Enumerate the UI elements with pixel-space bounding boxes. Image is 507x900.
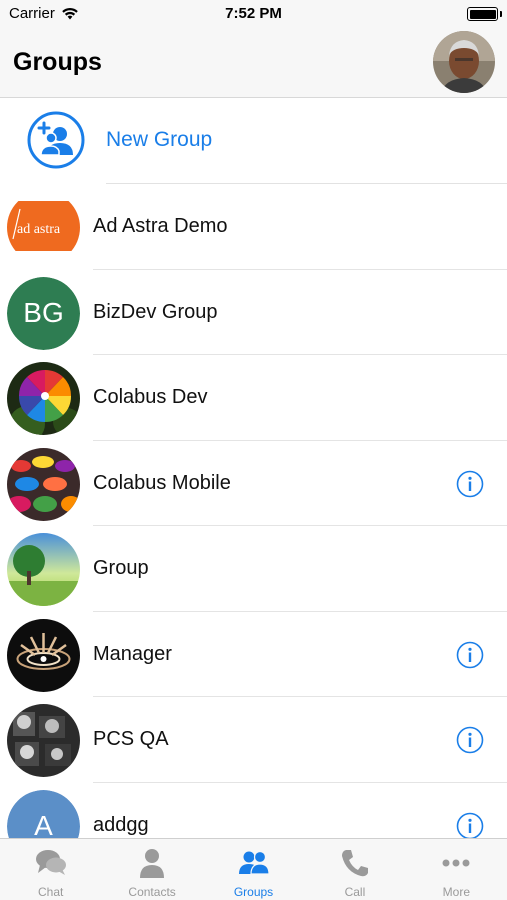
tab-call[interactable]: Call [304, 839, 405, 900]
tab-contacts[interactable]: Contacts [101, 839, 202, 900]
group-avatar: A [7, 789, 80, 838]
group-avatar: ad astra [7, 191, 80, 264]
groups-icon [238, 850, 270, 875]
group-row-colabus-dev[interactable]: Colabus Dev [0, 355, 507, 441]
group-name: addgg [93, 813, 149, 836]
info-icon[interactable] [456, 726, 484, 754]
group-name: Manager [93, 642, 172, 665]
group-initials: A [7, 789, 80, 838]
contacts-icon [140, 849, 165, 878]
group-row-pcs-qa[interactable]: PCS QA [0, 697, 507, 783]
group-avatar [7, 618, 80, 692]
group-avatar: BG [7, 276, 80, 350]
group-row-bizdev-group[interactable]: BG BizDev Group [0, 270, 507, 355]
profile-avatar[interactable] [433, 31, 495, 93]
group-initials: BG [7, 276, 80, 350]
call-icon [341, 850, 368, 877]
group-name: BizDev Group [93, 300, 218, 323]
tab-more[interactable]: More [406, 839, 507, 900]
info-icon[interactable] [456, 812, 484, 839]
tab-chat[interactable]: Chat [0, 839, 101, 900]
group-avatar [7, 447, 80, 521]
status-time: 7:52 PM [225, 5, 282, 22]
info-icon[interactable] [456, 641, 484, 669]
tab-label: Contacts [128, 885, 176, 899]
group-avatar [7, 704, 80, 777]
new-group-label: New Group [106, 128, 213, 151]
group-avatar [7, 362, 80, 435]
tab-groups[interactable]: Groups [203, 839, 304, 900]
page-title: Groups [13, 48, 102, 76]
group-name: Group [93, 557, 149, 579]
new-group-button[interactable]: New Group [0, 98, 507, 184]
group-name: Colabus Mobile [93, 471, 231, 494]
tab-bar: Chat Contacts Groups Call More [0, 838, 507, 900]
group-row-group[interactable]: Group [0, 526, 507, 612]
navigation-bar: Groups [0, 28, 507, 98]
battery-icon [467, 7, 498, 21]
info-icon[interactable] [456, 470, 484, 498]
tab-label: Call [344, 885, 366, 899]
status-bar: Carrier 7:52 PM [0, 0, 507, 28]
new-group-icon [27, 111, 85, 169]
group-row-colabus-mobile[interactable]: Colabus Mobile [0, 441, 507, 526]
tab-label: Chat [38, 885, 64, 899]
group-row-ad-astra-demo[interactable]: ad astra Ad Astra Demo [0, 184, 507, 270]
group-row-manager[interactable]: Manager [0, 612, 507, 697]
more-icon [442, 859, 470, 867]
group-name: Ad Astra Demo [93, 215, 228, 237]
tab-label: More [442, 885, 470, 899]
tab-label: Groups [233, 885, 274, 899]
group-row-addgg[interactable]: A addgg [0, 783, 507, 839]
chat-icon [35, 850, 66, 875]
group-name: PCS QA [93, 728, 169, 750]
group-list: ad astra Ad Astra Demo BG BizDev Group C… [0, 184, 507, 838]
group-avatar [7, 533, 80, 606]
ad-astra-logo-text: ad astra [17, 222, 61, 237]
group-name: Colabus Dev [93, 386, 208, 408]
